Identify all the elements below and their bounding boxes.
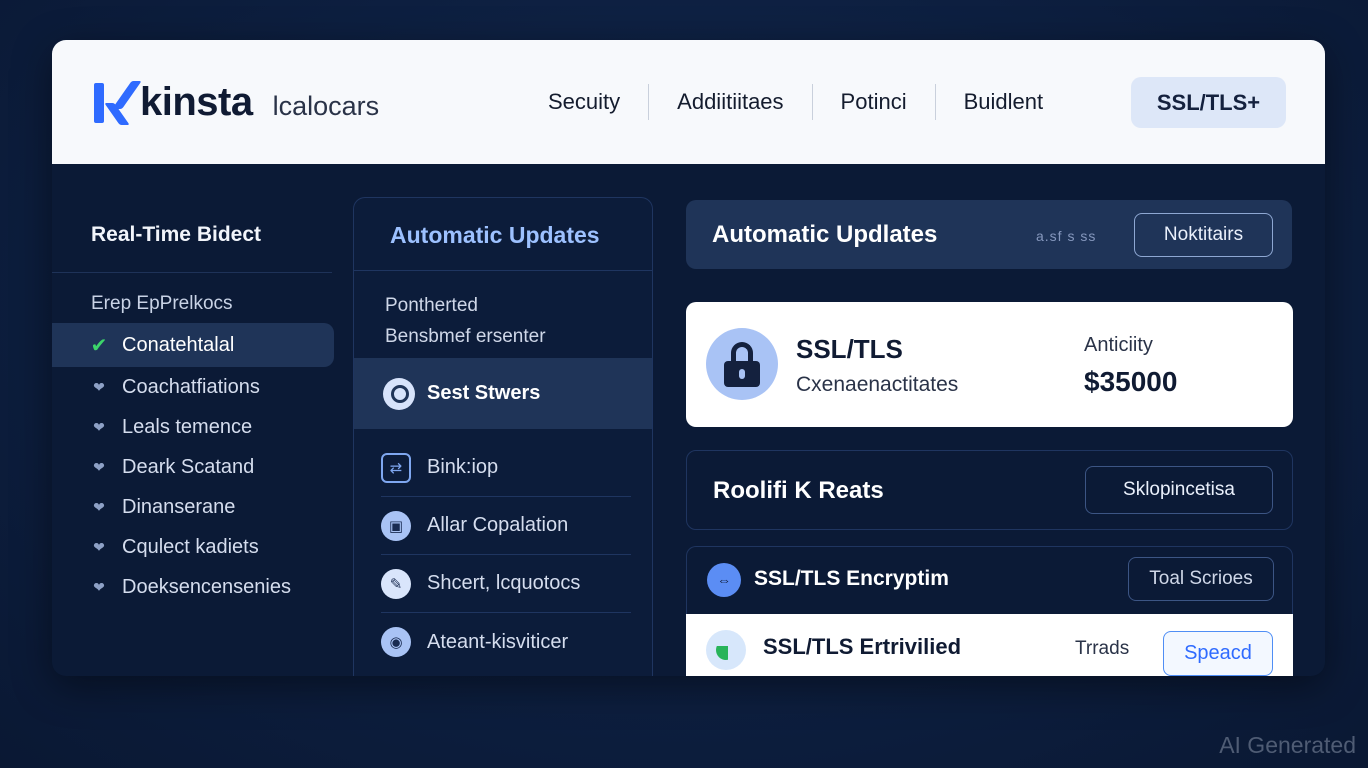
ssl-card-title: SSL/TLS	[796, 334, 903, 364]
panel-item[interactable]: ◉ Ateant-kisviticer	[381, 613, 631, 671]
sidebar-item-active[interactable]: ✔ Conatehtalal	[52, 323, 334, 367]
encryption-row-title: SSL/TLS Encryptim	[754, 567, 949, 590]
panel-list: ⇄ Bink:iop ▣ Allar Copalation ✎ Shcert, …	[381, 439, 631, 671]
panel-item-label: Sest Stwers	[427, 382, 541, 404]
sidebar-item[interactable]: ❤ Deark Scatand	[52, 447, 334, 487]
panel-item-label: Allar Copalation	[427, 514, 569, 536]
padlock-icon	[706, 328, 778, 400]
sidebar-item-label: Dinanserane	[122, 495, 236, 518]
top-header: kinsta lcalocars Secuity Addiitiitaes Po…	[52, 40, 1325, 164]
speed-button[interactable]: Speacd	[1163, 631, 1273, 676]
backup-icon: ⇄	[381, 452, 411, 483]
heart-icon: ❤	[93, 538, 105, 555]
sidebar-item-label: Coachatfiations	[122, 375, 260, 398]
brand-logo[interactable]: kinsta lcalocars	[92, 80, 379, 125]
panel-divider	[354, 270, 652, 271]
sidebar-item-label: Doeksencensenies	[122, 575, 291, 598]
updates-panel: Automatic Updates Pontherted Bensbmef er…	[353, 197, 653, 676]
ai-generated-watermark: AI Generated	[1219, 732, 1356, 758]
reports-row: Roolifi K Reats Sklopincetisa	[686, 450, 1293, 530]
heart-icon: ❤	[93, 498, 105, 515]
panel-item-label: Shcert, lcquotocs	[427, 572, 581, 594]
sidebar-item-label: Conatehtalal	[122, 333, 235, 356]
sidebar-divider	[52, 272, 332, 273]
panel-item[interactable]: ▣ Allar Copalation	[381, 497, 631, 555]
ssl-card[interactable]: SSL/TLS Cxenaenactitates Anticiity $3500…	[686, 302, 1293, 427]
ssl-price: $35000	[1084, 366, 1178, 397]
panel-item[interactable]: ⇄ Bink:iop	[381, 439, 631, 497]
certified-row-label: Trrads	[1075, 638, 1130, 659]
panel-item-active[interactable]: Sest Stwers	[354, 358, 652, 429]
app-window: kinsta lcalocars Secuity Addiitiitaes Po…	[52, 40, 1325, 676]
panel-item-label: Bink:iop	[427, 456, 499, 478]
nav-item-buidlent[interactable]: Buidlent	[936, 84, 1072, 120]
updates-header-card: Automatic Updlates a.sf s ss Noktitairs	[686, 200, 1292, 269]
sidebar-list: ✔ Conatehtalal ❤ Coachatfiations ❤ Leals…	[52, 323, 334, 607]
encryption-icon: ⇔	[707, 563, 741, 597]
left-sidebar: Real-Time Bidect Erep EpPrelkocs ✔ Conat…	[52, 164, 334, 676]
ssl-card-subtitle: Cxenaenactitates	[796, 373, 959, 396]
panel-subtitle: Pontherted	[385, 295, 478, 316]
reports-row-title: Roolifi K Reats	[713, 477, 884, 504]
panel-title: Automatic Updates	[390, 222, 600, 248]
updates-header-meta: a.sf s ss	[1036, 228, 1097, 244]
nav-item-potinci[interactable]: Potinci	[813, 84, 936, 120]
notifications-button[interactable]: Noktitairs	[1134, 213, 1273, 257]
updates-header-title: Automatic Updlates	[712, 221, 938, 248]
status-icon	[706, 630, 746, 670]
user-icon: ◉	[381, 627, 411, 657]
sidebar-item[interactable]: ❤ Coachatfiations	[52, 367, 334, 407]
lock-icon: ▣	[381, 510, 411, 541]
pen-icon: ✎	[381, 568, 411, 599]
heart-icon: ❤	[93, 378, 105, 395]
heart-icon: ❤	[93, 458, 105, 475]
nav-item-additional[interactable]: Addiitiitaes	[649, 84, 813, 120]
sidebar-item-label: Cqulect kadiets	[122, 535, 259, 558]
certified-row-title: SSL/TLS Ertrivilied	[763, 634, 962, 659]
encryption-row: ⇔ SSL/TLS Encryptim Toal Scrioes	[686, 546, 1293, 614]
reports-row-button[interactable]: Sklopincetisa	[1085, 466, 1273, 514]
heart-icon: ❤	[93, 418, 105, 435]
ssl-tls-cta-button[interactable]: SSL/TLS+	[1131, 77, 1286, 128]
total-scores-button[interactable]: Toal Scrioes	[1128, 557, 1274, 601]
sidebar-item-label: Leals temence	[122, 415, 253, 438]
panel-item-label: Ateant-kisviticer	[427, 630, 569, 653]
sidebar-item[interactable]: ❤ Doeksencensenies	[52, 567, 334, 607]
sidebar-item[interactable]: ❤ Leals temence	[52, 407, 334, 447]
main-nav: Secuity Addiitiitaes Potinci Buidlent	[520, 77, 1071, 127]
sidebar-subtitle: Erep EpPrelkocs	[91, 293, 233, 314]
brand-subtitle: lcalocars	[272, 91, 380, 121]
panel-item[interactable]: ✎ Shcert, lcquotocs	[381, 555, 631, 613]
sidebar-item[interactable]: ❤ Cqulect kadiets	[52, 527, 334, 567]
kinsta-logo-icon	[92, 80, 142, 125]
certified-row: SSL/TLS Ertrivilied Trrads Speacd	[686, 614, 1293, 676]
sidebar-item-label: Deark Scatand	[122, 455, 255, 478]
check-icon: ✔	[90, 334, 108, 357]
ssl-availability-label: Anticiity	[1084, 334, 1153, 356]
search-user-icon	[383, 377, 415, 410]
panel-subtitle-2: Bensbmef ersenter	[385, 326, 546, 347]
nav-item-security[interactable]: Secuity	[520, 84, 650, 120]
sidebar-item[interactable]: ❤ Dinanserane	[52, 487, 334, 527]
brand-name: kinsta	[140, 80, 253, 124]
sidebar-title: Real-Time Bidect	[91, 223, 261, 246]
heart-icon: ❤	[93, 578, 105, 595]
